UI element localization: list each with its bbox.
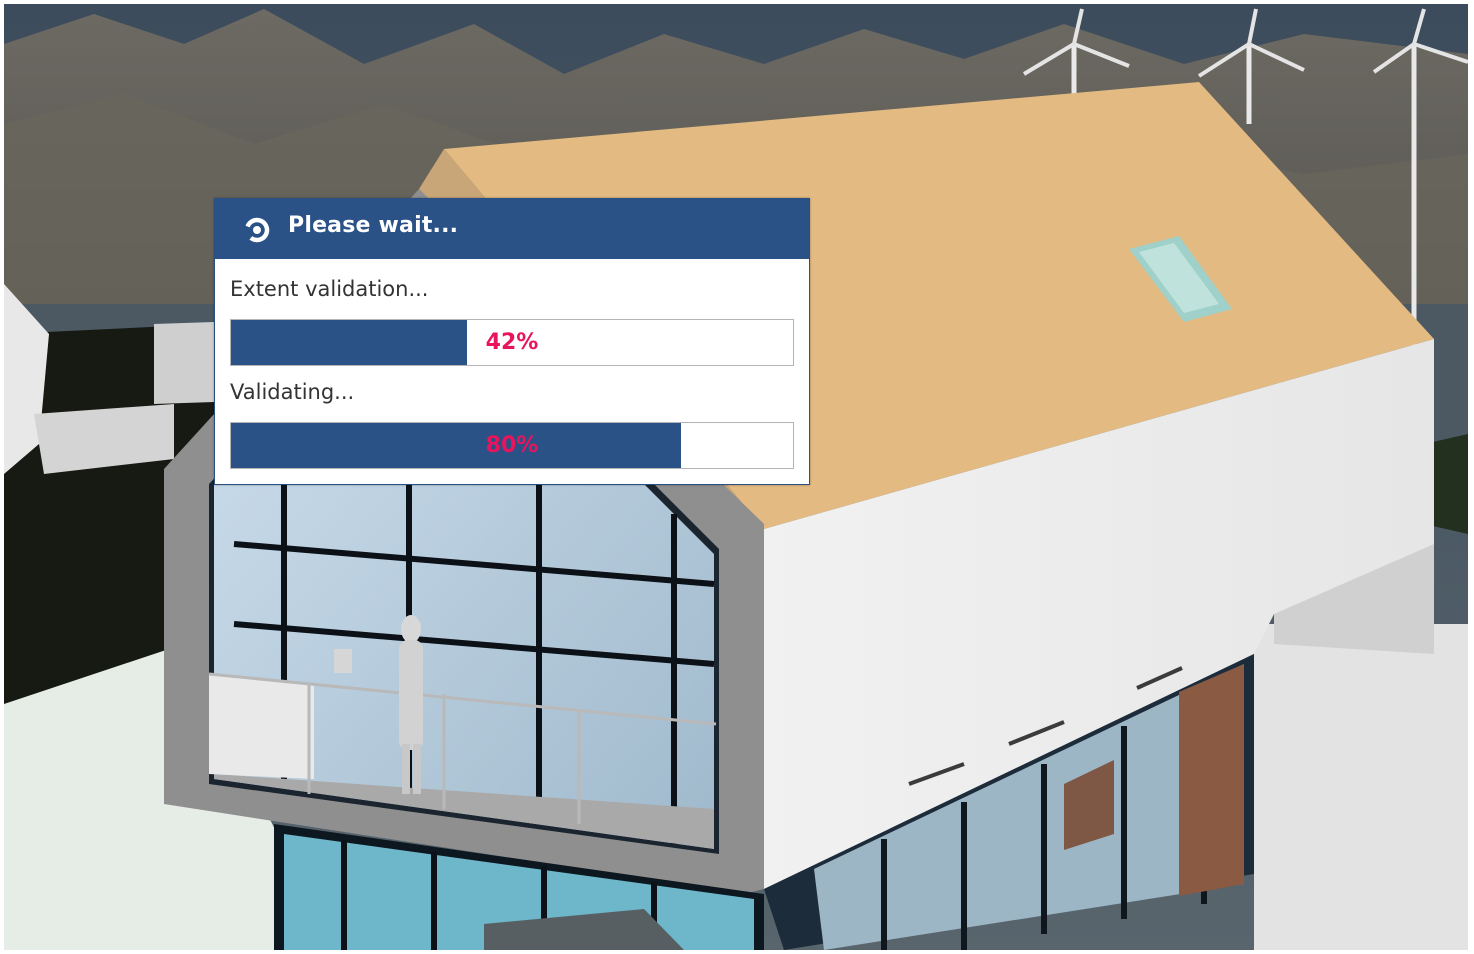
dialog-header: Please wait...	[215, 199, 809, 259]
progress-percent: 80%	[485, 433, 539, 458]
progress-percent: 42%	[485, 330, 539, 355]
3d-viewport[interactable]: Please wait... Extent validation... 42% …	[4, 4, 1468, 950]
task-label-extent-validation: Extent validation...	[230, 277, 429, 301]
progress-bar-extent-validation: 42%	[230, 319, 794, 366]
spinner-icon	[244, 217, 270, 243]
task-label-validating: Validating...	[230, 380, 355, 404]
progress-bar-validating: 80%	[230, 422, 794, 469]
dialog-title: Please wait...	[288, 213, 459, 238]
progress-dialog: Please wait... Extent validation... 42% …	[214, 198, 810, 485]
